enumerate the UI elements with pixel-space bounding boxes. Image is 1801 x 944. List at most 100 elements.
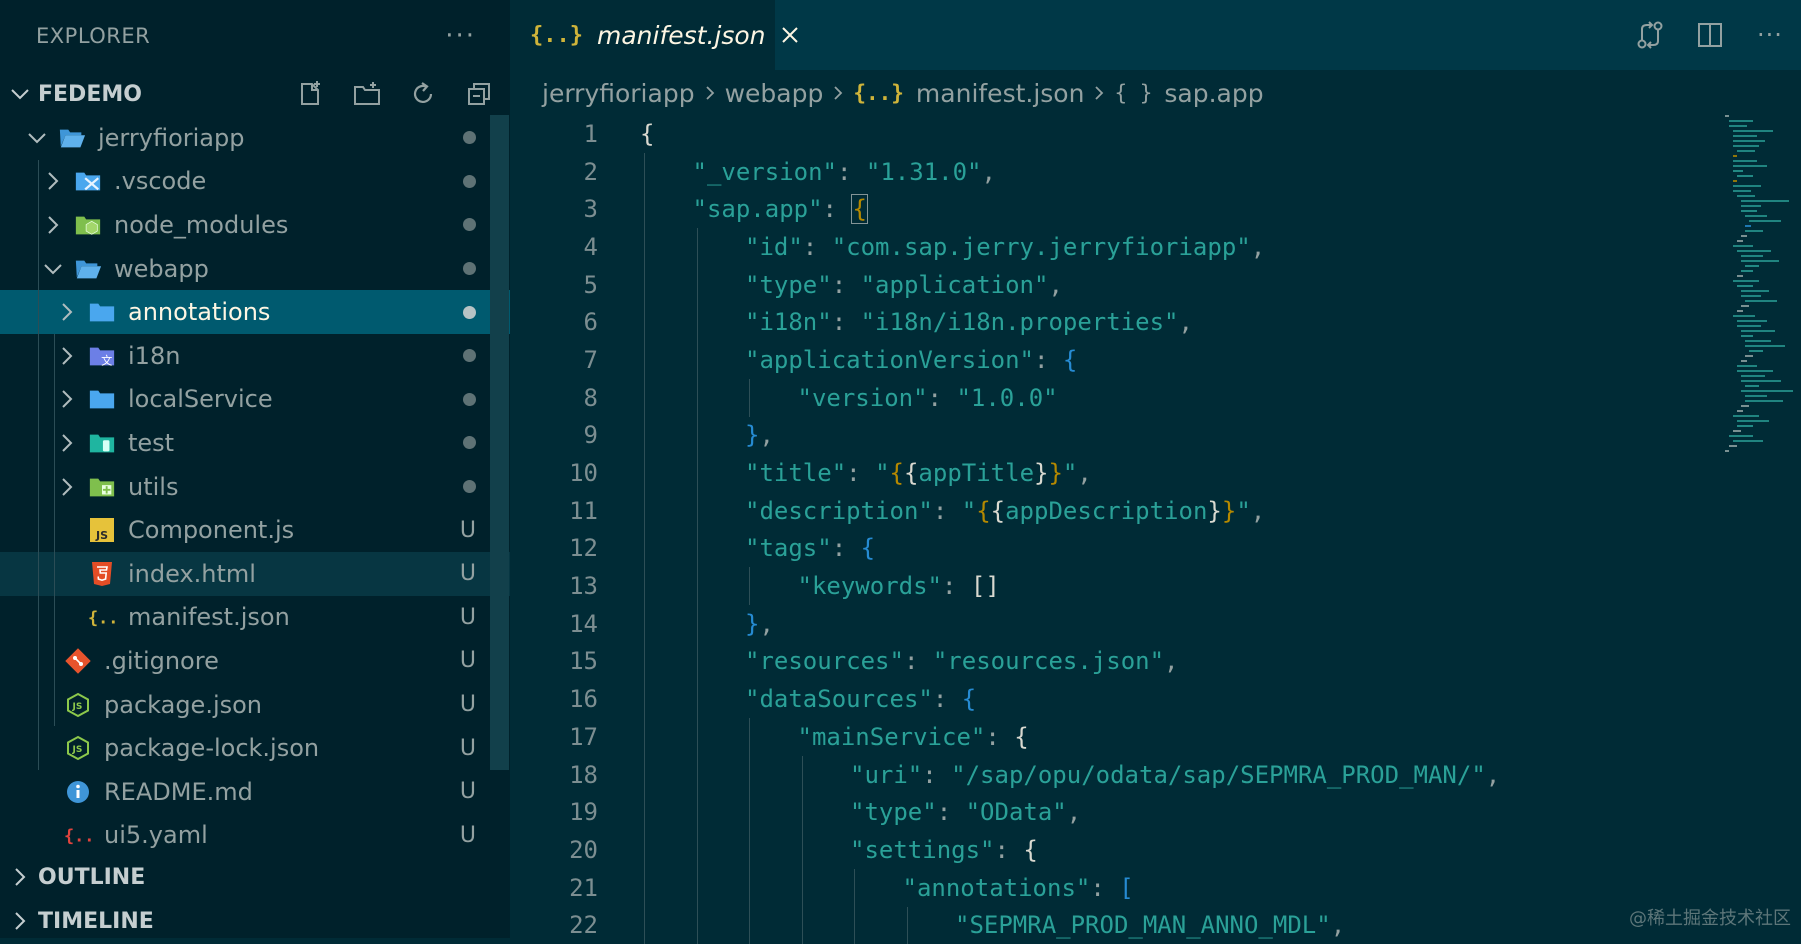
code-token: [] <box>970 572 1000 601</box>
indent-guide <box>749 567 750 606</box>
code-line[interactable]: 22 "SEPMRA_PROD_MAN_ANNO_MDL", <box>510 906 1710 944</box>
code-token: : <box>927 383 957 412</box>
code-line[interactable]: 3 "sap.app": { <box>510 190 1710 228</box>
compare-changes-icon[interactable] <box>1633 18 1667 52</box>
chevron-down-icon[interactable] <box>42 263 64 275</box>
tree-item-webapp[interactable]: webapp <box>0 247 510 291</box>
code-token: : <box>903 647 933 676</box>
chevron-down-icon[interactable] <box>6 88 34 100</box>
new-file-icon[interactable] <box>294 77 328 111</box>
code-line[interactable]: 19 "type": "OData", <box>510 793 1710 831</box>
explorer-more-icon[interactable]: ··· <box>445 21 476 51</box>
code-token: , <box>1066 798 1082 827</box>
tree-item-manifest-json[interactable]: {..} manifest.json U <box>0 596 510 640</box>
code-line[interactable]: 10 "title": "{{appTitle}}", <box>510 454 1710 492</box>
code-line[interactable]: 7 "applicationVersion": { <box>510 341 1710 379</box>
chevron-right-icon[interactable] <box>42 216 64 234</box>
code-token: : <box>994 835 1024 864</box>
chevron-right-icon[interactable] <box>56 347 78 365</box>
tree-item-utils[interactable]: utils <box>0 465 510 509</box>
code-line[interactable]: 21 "annotations": [ <box>510 869 1710 907</box>
yaml-file-icon: {..} <box>64 821 92 849</box>
code-token: { <box>860 534 876 563</box>
tree-item-i18n[interactable]: 文 i18n <box>0 334 510 378</box>
line-number: 4 <box>583 232 598 261</box>
chevron-right-icon[interactable] <box>42 172 64 191</box>
new-folder-icon[interactable] <box>350 77 384 111</box>
code-line[interactable]: 5 "type": "application", <box>510 266 1710 304</box>
workspace-section-header[interactable]: FEDEMO <box>0 72 510 116</box>
indent-guide <box>906 906 908 944</box>
code-line[interactable]: 11 "description": "{{appDescription}}", <box>510 492 1710 530</box>
chevron-down-icon[interactable] <box>26 132 48 144</box>
code-text: "settings": { <box>640 836 1038 864</box>
code-line[interactable]: 20 "settings": { <box>510 831 1710 869</box>
editor-actions: ··· <box>1633 0 1801 70</box>
code-line[interactable]: 4 "id": "com.sap.jerry.jerryfioriapp", <box>510 228 1710 266</box>
code-line[interactable]: 6 "i18n": "i18n/i18n.properties", <box>510 303 1710 341</box>
indent-guide <box>38 160 39 770</box>
collapse-all-icon[interactable] <box>462 77 496 111</box>
refresh-icon[interactable] <box>406 77 440 111</box>
code-token: } <box>1207 496 1222 525</box>
tree-item-localservice[interactable]: localService <box>0 378 510 422</box>
breadcrumb-item-manifest[interactable]: manifest.json <box>916 79 1085 108</box>
code-line[interactable]: 15 "resources": "resources.json", <box>510 643 1710 681</box>
line-number: 10 <box>569 459 598 488</box>
split-editor-icon[interactable] <box>1693 18 1727 52</box>
code-line[interactable]: 8 "version": "1.0.0" <box>510 379 1710 417</box>
chevron-right-icon[interactable] <box>6 868 34 886</box>
code-line[interactable]: 13 "keywords": [] <box>510 567 1710 605</box>
svg-text:{..}: {..} <box>64 826 92 846</box>
code-line[interactable]: 12 "tags": { <box>510 530 1710 568</box>
tree-item-annotations[interactable]: annotations <box>0 290 510 334</box>
tree-item-ui5-yaml[interactable]: {..} ui5.yaml U <box>0 814 510 858</box>
code-line[interactable]: 2 "_version": "1.31.0", <box>510 153 1710 191</box>
breadcrumb-item-sap-app[interactable]: sap.app <box>1164 79 1263 108</box>
chevron-right-icon[interactable] <box>56 390 78 409</box>
code-line[interactable]: 9}, <box>510 417 1710 455</box>
chevron-right-icon[interactable] <box>56 434 78 452</box>
svg-text:文: 文 <box>101 353 112 367</box>
json-file-icon: {..} <box>530 22 583 48</box>
tree-item-test[interactable]: test <box>0 421 510 465</box>
code-line[interactable]: 17 "mainService": { <box>510 718 1710 756</box>
close-icon[interactable] <box>780 25 800 45</box>
tab-manifest-json[interactable]: {..} manifest.json <box>510 0 798 70</box>
sidebar-scrollbar[interactable] <box>490 115 509 770</box>
minimap[interactable] <box>1723 112 1799 482</box>
code-token: { <box>1023 835 1038 864</box>
tree-item-index-html[interactable]: index.html U <box>0 551 510 596</box>
more-actions-icon[interactable]: ··· <box>1753 18 1787 52</box>
tree-item-gitignore[interactable]: .gitignore U <box>0 639 510 683</box>
code-token: { <box>990 496 1006 525</box>
breadcrumb-item-jerryfioriapp[interactable]: jerryfioriapp <box>542 79 695 108</box>
code-text: "i18n": "i18n/i18n.properties", <box>640 308 1193 336</box>
timeline-section-header[interactable]: TIMELINE <box>0 899 510 943</box>
code-line[interactable]: 18 "uri": "/sap/opu/odata/sap/SEPMRA_PROD… <box>510 756 1710 794</box>
breadcrumb-item-webapp[interactable]: webapp <box>725 79 824 108</box>
modified-dot-icon <box>463 334 476 378</box>
code-line[interactable]: 1{ <box>510 115 1710 153</box>
tree-item-package-lock-json[interactable]: JS package-lock.json U <box>0 726 510 770</box>
tree-item-label: ui5.yaml <box>104 821 208 850</box>
tree-item-jerryfioriapp[interactable]: jerryfioriapp <box>0 116 510 160</box>
tree-item-component-js[interactable]: JS Component.js U <box>0 508 510 552</box>
chevron-right-icon[interactable] <box>56 477 78 496</box>
tree-item-vscode[interactable]: .vscode <box>0 160 510 204</box>
code-token: "settings" <box>850 835 995 864</box>
chevron-right-icon[interactable] <box>56 303 78 321</box>
tree-item-node-modules[interactable]: node_modules <box>0 203 510 247</box>
chevron-right-icon[interactable] <box>6 912 34 930</box>
tree-item-package-json[interactable]: JS package.json U <box>0 683 510 727</box>
code-line[interactable]: 14}, <box>510 605 1710 643</box>
indent-guide <box>644 152 645 944</box>
modified-dot-icon <box>463 465 476 509</box>
code-token: : <box>932 685 962 714</box>
tree-item-readme-md[interactable]: README.md U <box>0 770 510 814</box>
code-editor[interactable]: 1{2 "_version": "1.31.0", 3 "sap.app": {4 "i… <box>510 115 1710 944</box>
outline-section-header[interactable]: OUTLINE <box>0 855 510 899</box>
code-token: "dataSources" <box>745 685 933 714</box>
code-token: , <box>1485 760 1501 789</box>
code-line[interactable]: 16 "dataSources": { <box>510 680 1710 718</box>
